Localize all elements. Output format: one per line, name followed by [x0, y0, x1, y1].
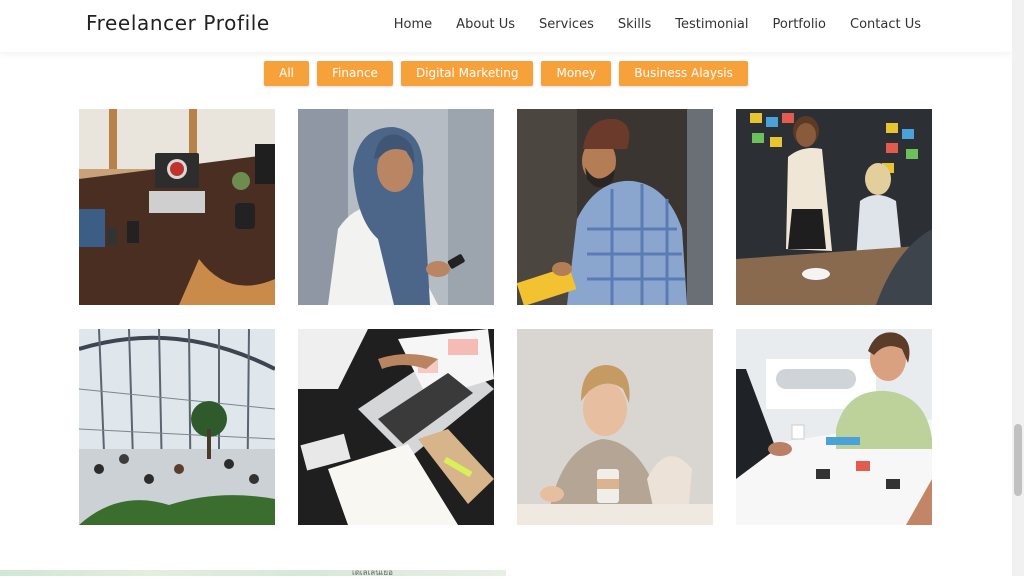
nav-home[interactable]: Home	[394, 17, 432, 32]
filter-money[interactable]: Money	[541, 61, 612, 86]
map-place-label: เดเลเลนเยอ	[352, 568, 393, 577]
portfolio-item-woman-phone[interactable]	[298, 109, 494, 305]
portfolio-item-man-writing[interactable]	[517, 109, 713, 305]
atrium-people-photo	[79, 329, 275, 525]
team-laughing-table-photo	[736, 329, 932, 525]
filter-all[interactable]: All	[264, 61, 310, 86]
filter-digital-marketing[interactable]: Digital Marketing	[400, 61, 534, 86]
woman-coffee-meeting-photo	[517, 329, 713, 525]
portfolio-item-laptop-desk[interactable]	[79, 109, 275, 305]
nav-about-us[interactable]: About Us	[456, 17, 515, 32]
filter-business-analysis[interactable]: Business Alaysis	[619, 61, 748, 86]
scrollbar-thumb[interactable]	[1014, 424, 1022, 496]
nav-skills[interactable]: Skills	[618, 17, 651, 32]
main-nav: Home About Us Services Skills Testimonia…	[394, 17, 921, 32]
filter-finance[interactable]: Finance	[317, 61, 393, 86]
presentation-sticky-notes-photo	[736, 109, 932, 305]
portfolio-item-presentation[interactable]	[736, 109, 932, 305]
map-preview[interactable]	[0, 570, 506, 576]
nav-testimonial[interactable]: Testimonial	[675, 17, 748, 32]
portfolio-item-woman-coffee[interactable]	[517, 329, 713, 525]
top-navbar: Freelancer Profile Home About Us Service…	[0, 0, 1012, 52]
woman-hijab-phone-photo	[298, 109, 494, 305]
portfolio-filters: All Finance Digital Marketing Money Busi…	[0, 61, 1012, 86]
laptop-desk-photo	[79, 109, 275, 305]
brand-title[interactable]: Freelancer Profile	[86, 11, 270, 35]
laptop-planner-photo	[298, 329, 494, 525]
vertical-scrollbar[interactable]	[1012, 0, 1024, 576]
nav-contact-us[interactable]: Contact Us	[850, 17, 921, 32]
man-turban-writing-photo	[517, 109, 713, 305]
portfolio-item-laptop-planner[interactable]	[298, 329, 494, 525]
nav-portfolio[interactable]: Portfolio	[773, 17, 826, 32]
portfolio-item-atrium[interactable]	[79, 329, 275, 525]
portfolio-item-team-table[interactable]	[736, 329, 932, 525]
nav-services[interactable]: Services	[539, 17, 594, 32]
